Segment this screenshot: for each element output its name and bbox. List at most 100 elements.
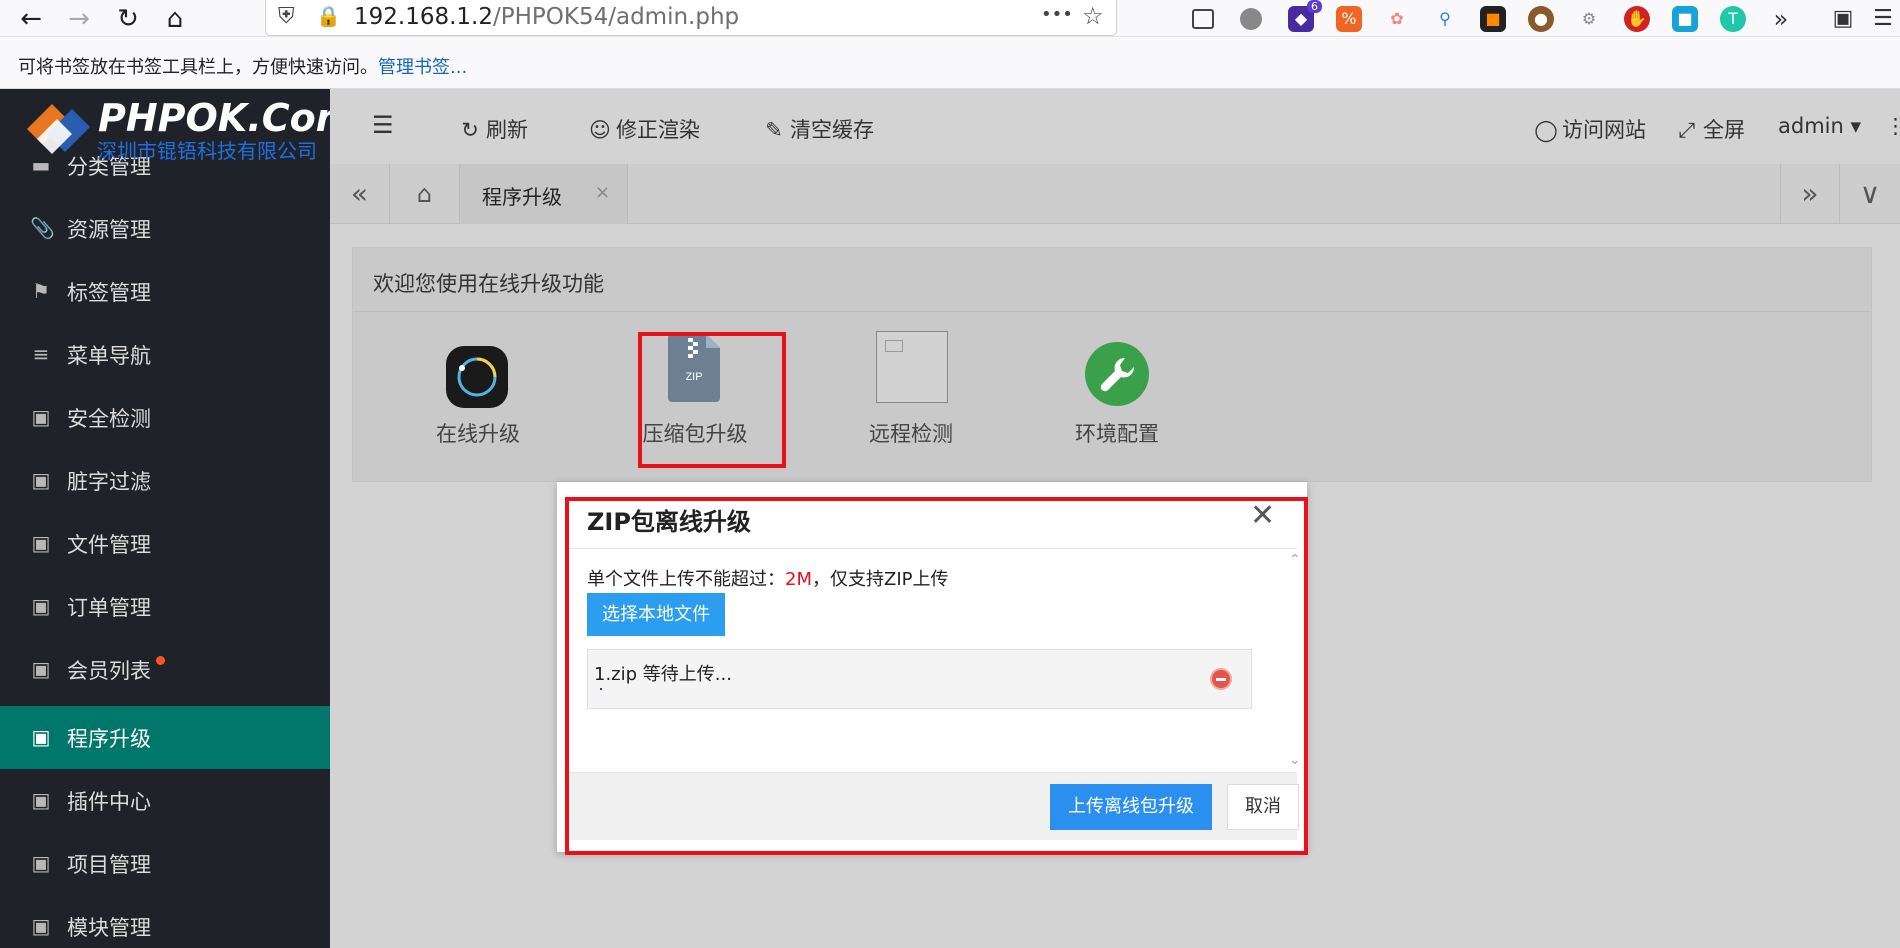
visit-site-button[interactable]: ◯ 访问网站 (1534, 114, 1646, 144)
external-icon: ▣ (31, 405, 51, 429)
sidebar-item-orders[interactable]: ▣ 订单管理 (0, 575, 330, 638)
home-tab-icon[interactable]: ⌂ (390, 164, 460, 224)
back-icon[interactable]: ← (14, 2, 48, 36)
logo[interactable]: PHPOK.Com 深圳市锟铻科技有限公司 (0, 89, 330, 169)
tab-upgrade[interactable]: 程序升级 × (460, 164, 628, 224)
reader-icon[interactable] (1192, 9, 1214, 29)
extension-t-icon[interactable]: T (1720, 6, 1746, 32)
tool-label: 远程检测 (869, 422, 953, 446)
refresh-button[interactable]: ↻ 刷新 (458, 114, 528, 144)
online-upgrade-tool[interactable]: 在线升级 (398, 343, 558, 453)
notification-dot (156, 656, 165, 665)
sidebar-item-members[interactable]: ▣ 会员列表 (0, 638, 330, 701)
tool-label: 环境配置 (1075, 422, 1159, 446)
external-icon: ▣ (31, 531, 51, 555)
highlight-box-zip-tool (638, 332, 786, 468)
remote-check-tool[interactable]: 远程检测 (831, 331, 991, 453)
url-text[interactable]: 192.168.1.2/PHPOK54/admin.php (354, 4, 739, 30)
refresh-icon: ↻ (461, 118, 479, 142)
tab-label: 程序升级 (482, 185, 562, 209)
wrench-icon (1085, 342, 1149, 406)
sidebar-item-plugins[interactable]: ▣ 插件中心 (0, 769, 330, 832)
caret-down-icon: ▾ (1850, 114, 1862, 138)
gift-icon[interactable]: ▣ (1830, 6, 1856, 32)
globe-icon: ◯ (1534, 118, 1558, 142)
extension-percent-icon[interactable]: % (1336, 6, 1362, 32)
fix-render-button[interactable]: ☺ 修正渲染 (588, 114, 700, 144)
extension-gear-icon[interactable]: ⚙ (1576, 6, 1602, 32)
online-upgrade-icon (446, 346, 508, 408)
reload-icon[interactable]: ↻ (111, 2, 145, 36)
sidebar-item-label: 菜单导航 (67, 344, 151, 368)
bookmarks-hint: 可将书签放在书签工具栏上，方便快速访问。管理书签... (18, 57, 468, 78)
external-icon: ▣ (31, 468, 51, 492)
url-bar[interactable]: ⛨ 🔒 192.168.1.2/PHPOK54/admin.php ••• ☆ (265, 0, 1117, 36)
tool-label: 在线升级 (436, 422, 520, 446)
sidebar-item-tags[interactable]: ⚑ 标签管理 (0, 260, 330, 323)
extension-badge: 6 (1307, 0, 1322, 13)
extension-cookie-icon[interactable]: ● (1528, 6, 1554, 32)
remote-check-icon (876, 331, 948, 403)
top-header: ☰ ↻ 刷新 ☺ 修正渲染 ✎ 清空缓存 ◯ 访问网站 ⤢ 全屏 admin ▾ ⋮ (330, 89, 1900, 164)
fullscreen-button[interactable]: ⤢ 全屏 (1675, 114, 1745, 144)
tag-icon: ⚑ (32, 279, 50, 303)
page-actions-menu-icon[interactable]: ••• (1041, 4, 1073, 25)
sidebar-item-upgrade[interactable]: ▣ 程序升级 (0, 706, 330, 769)
sidebar-item-modules[interactable]: ▣ 模块管理 (0, 895, 330, 948)
overflow-chevron-icon[interactable]: » (1768, 6, 1794, 32)
external-icon: ▣ (31, 594, 51, 618)
smile-icon: ☺ (589, 118, 611, 142)
sidebar-item-label: 订单管理 (67, 596, 151, 620)
logo-title: PHPOK.Com (98, 96, 330, 140)
sidebar-item-resources[interactable]: 📎 资源管理 (0, 197, 330, 260)
forward-icon[interactable]: → (62, 2, 96, 36)
user-menu[interactable]: admin ▾ (1778, 114, 1861, 138)
sidebar-item-security[interactable]: ▣ 安全检测 (0, 386, 330, 449)
extension-box-icon[interactable]: ■ (1672, 6, 1698, 32)
bookmark-star-icon[interactable]: ☆ (1082, 2, 1104, 30)
insecure-lock-icon[interactable]: 🔒 (316, 4, 341, 28)
toggle-sidebar-icon[interactable]: ☰ (372, 111, 394, 139)
external-icon: ▣ (31, 914, 51, 938)
sidebar-item-label: 插件中心 (67, 790, 151, 814)
extension-pin-icon[interactable]: ⚲ (1432, 6, 1458, 32)
logo-mark-icon (27, 104, 90, 154)
tabs-scroll-right-icon[interactable]: » (1780, 164, 1840, 224)
sidebar-item-projects[interactable]: ▣ 项目管理 (0, 832, 330, 895)
shield-icon[interactable]: ⛨ (278, 4, 295, 29)
close-icon[interactable]: × (595, 182, 610, 203)
external-icon: ▣ (31, 725, 51, 749)
external-icon: ▣ (31, 851, 51, 875)
sidebar-item-menu-nav[interactable]: ≡ 菜单导航 (0, 323, 330, 386)
upgrade-card: 欢迎您使用在线升级功能 在线升级 ZIP 压缩包升级 远程检测 环境配置 (352, 247, 1872, 482)
sidebar-item-label: 项目管理 (67, 853, 151, 877)
home-icon[interactable]: ⌂ (158, 2, 192, 36)
more-menu-icon[interactable]: ⋮ (1885, 114, 1900, 138)
manage-bookmarks-link[interactable]: 管理书签... (378, 57, 467, 78)
fullscreen-icon: ⤢ (1678, 118, 1696, 142)
sidebar-item-label: 文件管理 (67, 533, 151, 557)
sidebar-item-label: 安全检测 (67, 407, 151, 431)
sidebar-item-label: 会员列表 (67, 659, 151, 683)
tabs-scroll-left-icon[interactable]: « (330, 164, 390, 224)
clear-cache-button[interactable]: ✎ 清空缓存 (762, 114, 874, 144)
sidebar-item-label: 模块管理 (67, 916, 151, 940)
sidebar-item-word-filter[interactable]: ▣ 脏字过滤 (0, 449, 330, 512)
sidebar-item-files[interactable]: ▣ 文件管理 (0, 512, 330, 575)
extension-circle-icon[interactable] (1240, 8, 1262, 30)
extension-flower-icon[interactable]: ✿ (1384, 6, 1410, 32)
list-icon: ≡ (32, 342, 50, 366)
menu-icon[interactable]: ☰ (1870, 6, 1896, 32)
brush-icon: ✎ (765, 118, 783, 142)
card-title: 欢迎您使用在线升级功能 (373, 272, 604, 296)
extension-hand-icon[interactable]: ✋ (1624, 6, 1650, 32)
tabs-dropdown-icon[interactable]: ∨ (1840, 164, 1900, 224)
environment-config-tool[interactable]: 环境配置 (1037, 342, 1197, 453)
bookmarks-bar: 可将书签放在书签工具栏上，方便快速访问。管理书签... (0, 37, 1900, 89)
divider (353, 311, 1871, 312)
sidebar-item-label: 脏字过滤 (67, 470, 151, 494)
extension-cube-icon[interactable]: ■ (1480, 6, 1506, 32)
sidebar-item-label: 标签管理 (67, 281, 151, 305)
highlight-box-modal (565, 497, 1308, 855)
sidebar: ▬ 分类管理 📎 资源管理 ⚑ 标签管理 ≡ 菜单导航 ▣ 安全检测 ▣ 脏字过… (0, 89, 330, 948)
